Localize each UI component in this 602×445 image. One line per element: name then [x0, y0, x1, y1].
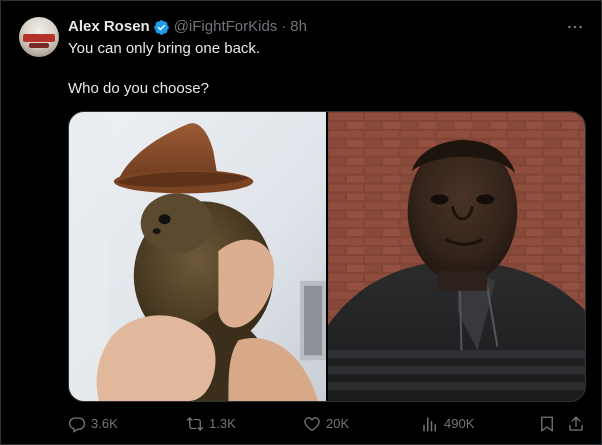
verified-badge-icon[interactable]	[153, 19, 170, 36]
retweet-button[interactable]: 1.3K	[186, 414, 236, 434]
bookmark-button[interactable]	[538, 414, 556, 434]
tweet-text-line-1: You can only bring one back.	[68, 40, 261, 57]
like-count: 20K	[326, 416, 350, 431]
time-separator: ·	[281, 18, 287, 35]
bookmark-icon	[541, 416, 553, 432]
heart-icon	[304, 417, 320, 432]
views-chart-icon	[423, 417, 436, 432]
avatar-graphic	[23, 34, 55, 42]
squirrel-cowboy-hat-image[interactable]	[69, 112, 326, 401]
views-count: 490K	[444, 416, 475, 431]
reply-icon	[68, 417, 86, 433]
author-handle[interactable]: @iFightForKids	[174, 17, 278, 37]
avatar-graphic-detail	[29, 43, 49, 48]
like-button[interactable]: 20K	[303, 414, 349, 434]
action-bar: 3.6K 1.3K 20K 490K	[68, 414, 588, 434]
views-button[interactable]: 490K	[421, 414, 474, 434]
share-icon	[569, 416, 583, 431]
tweet-card[interactable]: Alex Rosen @iFightForKids · 8h You can o…	[0, 0, 602, 445]
reply-button[interactable]: 3.6K	[68, 414, 118, 434]
tweet-text-line-2: Who do you choose?	[68, 80, 209, 97]
tweet-header: Alex Rosen @iFightForKids · 8h	[68, 17, 307, 37]
more-options-icon[interactable]	[565, 19, 585, 35]
share-button[interactable]	[567, 414, 585, 434]
media-grid	[68, 111, 586, 402]
man-portrait-image[interactable]	[328, 112, 585, 401]
retweet-icon	[186, 417, 204, 431]
timestamp[interactable]: 8h	[290, 17, 307, 37]
author-display-name[interactable]: Alex Rosen	[68, 17, 150, 37]
reply-count: 3.6K	[91, 416, 118, 431]
retweet-count: 1.3K	[209, 416, 236, 431]
avatar[interactable]	[19, 17, 59, 57]
